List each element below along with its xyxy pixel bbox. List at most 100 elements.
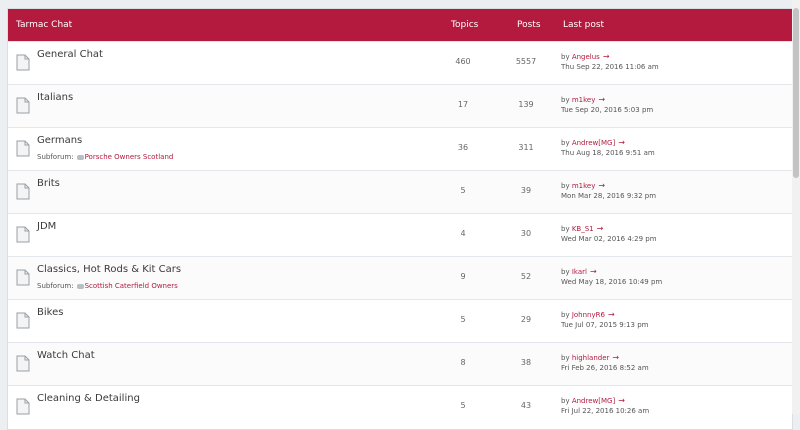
last-post-column-header: Last post — [563, 20, 605, 30]
topics-count: 4 — [460, 229, 466, 238]
goto-last-post-icon[interactable]: → — [618, 138, 625, 147]
forum-title-link[interactable]: Watch Chat — [37, 350, 95, 361]
subforum-label: Subforum: — [37, 282, 74, 290]
subforum-icon — [76, 283, 84, 289]
forum-row: Germans Subforum: Porsche Owners Scotland 3… — [8, 127, 792, 170]
posts-count: 30 — [520, 229, 532, 238]
posts-count: 52 — [520, 272, 532, 281]
forum-row: Bikes 5 29 by JohnnyR6 → Tue Jul 07, 2015 9:1… — [8, 299, 792, 342]
goto-last-post-icon[interactable]: → — [618, 396, 625, 405]
last-post-info: by JohnnyR6 → Tue Jul 07, 2015 9:13 pm — [561, 310, 648, 330]
goto-last-post-icon[interactable]: → — [598, 181, 605, 190]
forum-list-panel: Tarmac Chat Topics Posts Last post Gener… — [7, 8, 793, 430]
posts-count: 43 — [520, 401, 532, 410]
topics-count: 17 — [457, 100, 469, 109]
category-title[interactable]: Tarmac Chat — [16, 20, 72, 30]
posts-count: 29 — [520, 315, 532, 324]
goto-last-post-icon[interactable]: → — [598, 95, 605, 104]
subforum-icon — [76, 154, 84, 160]
goto-last-post-icon[interactable]: → — [608, 310, 615, 319]
forum-title-link[interactable]: Italians — [37, 92, 73, 103]
topics-count: 460 — [455, 57, 471, 66]
goto-last-post-icon[interactable]: → — [603, 52, 610, 61]
forum-title-link[interactable]: Brits — [37, 178, 60, 189]
last-post-info: by Andrew[MG] → Thu Aug 18, 2016 9:51 am — [561, 138, 655, 158]
last-post-author-link[interactable]: m1key — [572, 182, 596, 190]
last-post-author-link[interactable]: m1key — [572, 96, 596, 104]
posts-count: 311 — [518, 143, 534, 152]
posts-count: 5557 — [515, 57, 537, 66]
forum-read-icon — [16, 269, 30, 286]
last-post-author-link[interactable]: Andrew[MG] — [572, 139, 615, 147]
forum-read-icon — [16, 183, 30, 200]
forum-row: JDM 4 30 by KB_S1 → Wed Mar 02, 2016 4:29 pm — [8, 213, 792, 256]
last-post-date: Tue Jul 07, 2015 9:13 pm — [561, 321, 649, 329]
last-post-info: by m1key → Tue Sep 20, 2016 5:03 pm — [561, 95, 653, 115]
forum-read-icon — [16, 97, 30, 114]
last-post-author-link[interactable]: Andrew[MG] — [572, 397, 615, 405]
last-post-author-link[interactable]: Angelus — [572, 53, 600, 61]
last-post-date: Thu Aug 18, 2016 9:51 am — [561, 149, 655, 157]
by-label: by — [561, 139, 570, 147]
last-post-author-link[interactable]: Ikarl — [572, 268, 587, 276]
forum-read-icon — [16, 398, 30, 415]
posts-count: 139 — [518, 100, 534, 109]
posts-count: 38 — [520, 358, 532, 367]
forum-row: Cleaning & Detailing 5 43 by Andrew[MG] → Fri… — [8, 385, 792, 428]
forum-read-icon — [16, 140, 30, 157]
last-post-date: Tue Sep 20, 2016 5:03 pm — [561, 106, 654, 114]
topics-count: 9 — [460, 272, 466, 281]
forum-row: Italians 17 139 by m1key → Tue Sep 20, 2016 5… — [8, 84, 792, 127]
last-post-author-link[interactable]: KB_S1 — [572, 225, 594, 233]
last-post-date: Thu Sep 22, 2016 11:06 am — [561, 63, 659, 71]
forum-read-icon — [16, 312, 30, 329]
by-label: by — [561, 354, 570, 362]
last-post-date: Wed Mar 02, 2016 4:29 pm — [561, 235, 657, 243]
forum-row: Brits 5 39 by m1key → Mon Mar 28, 2016 9:32 p… — [8, 170, 792, 213]
forum-row: General Chat 460 5557 by Angelus → Thu Sep 22… — [8, 41, 792, 84]
last-post-author-link[interactable]: JohnnyR6 — [572, 311, 605, 319]
page-scrollbar[interactable] — [792, 0, 800, 414]
goto-last-post-icon[interactable]: → — [597, 224, 604, 233]
by-label: by — [561, 182, 570, 190]
forum-row: Watch Chat 8 38 by highlander → Fri Feb 26, 2… — [8, 342, 792, 385]
last-post-date: Wed May 18, 2016 10:49 pm — [561, 278, 663, 286]
last-post-info: by Ikarl → Wed May 18, 2016 10:49 pm — [561, 267, 662, 287]
forum-read-icon — [16, 355, 30, 372]
last-post-date: Fri Jul 22, 2016 10:26 am — [561, 407, 650, 415]
by-label: by — [561, 53, 570, 61]
by-label: by — [561, 397, 570, 405]
by-label: by — [561, 311, 570, 319]
forum-read-icon — [16, 226, 30, 243]
forum-title-link[interactable]: General Chat — [37, 49, 103, 60]
last-post-info: by highlander → Fri Feb 26, 2016 8:52 am — [561, 353, 649, 373]
last-post-date: Mon Mar 28, 2016 9:32 pm — [561, 192, 657, 200]
goto-last-post-icon[interactable]: → — [612, 353, 619, 362]
topics-count: 8 — [460, 358, 466, 367]
posts-column-header: Posts — [517, 20, 541, 30]
forum-read-icon — [16, 54, 30, 71]
forum-title-link[interactable]: Germans — [37, 135, 82, 146]
goto-last-post-icon[interactable]: → — [590, 267, 597, 276]
forum-row: Classics, Hot Rods & Kit Cars Subforum: Sc… — [8, 256, 792, 299]
forum-title-link[interactable]: JDM — [37, 221, 56, 232]
by-label: by — [561, 268, 570, 276]
last-post-info: by m1key → Mon Mar 28, 2016 9:32 pm — [561, 181, 656, 201]
topics-count: 36 — [457, 143, 469, 152]
last-post-date: Fri Feb 26, 2016 8:52 am — [561, 364, 649, 372]
last-post-info: by Andrew[MG] → Fri Jul 22, 2016 10:26 am — [561, 396, 649, 416]
scrollbar-thumb[interactable] — [793, 8, 799, 178]
last-post-author-link[interactable]: highlander — [572, 354, 610, 362]
category-header: Tarmac Chat Topics Posts Last post — [8, 9, 792, 41]
subforum-link[interactable]: Scottish Caterfield Owners — [85, 282, 178, 290]
forum-title-link[interactable]: Bikes — [37, 307, 63, 318]
forum-title-link[interactable]: Cleaning & Detailing — [37, 393, 140, 404]
by-label: by — [561, 96, 570, 104]
subforum-link[interactable]: Porsche Owners Scotland — [85, 153, 174, 161]
last-post-info: by Angelus → Thu Sep 22, 2016 11:06 am — [561, 52, 659, 72]
forum-title-link[interactable]: Classics, Hot Rods & Kit Cars — [37, 264, 181, 275]
by-label: by — [561, 225, 570, 233]
posts-count: 39 — [520, 186, 532, 195]
topics-count: 5 — [460, 401, 466, 410]
topics-count: 5 — [460, 186, 466, 195]
